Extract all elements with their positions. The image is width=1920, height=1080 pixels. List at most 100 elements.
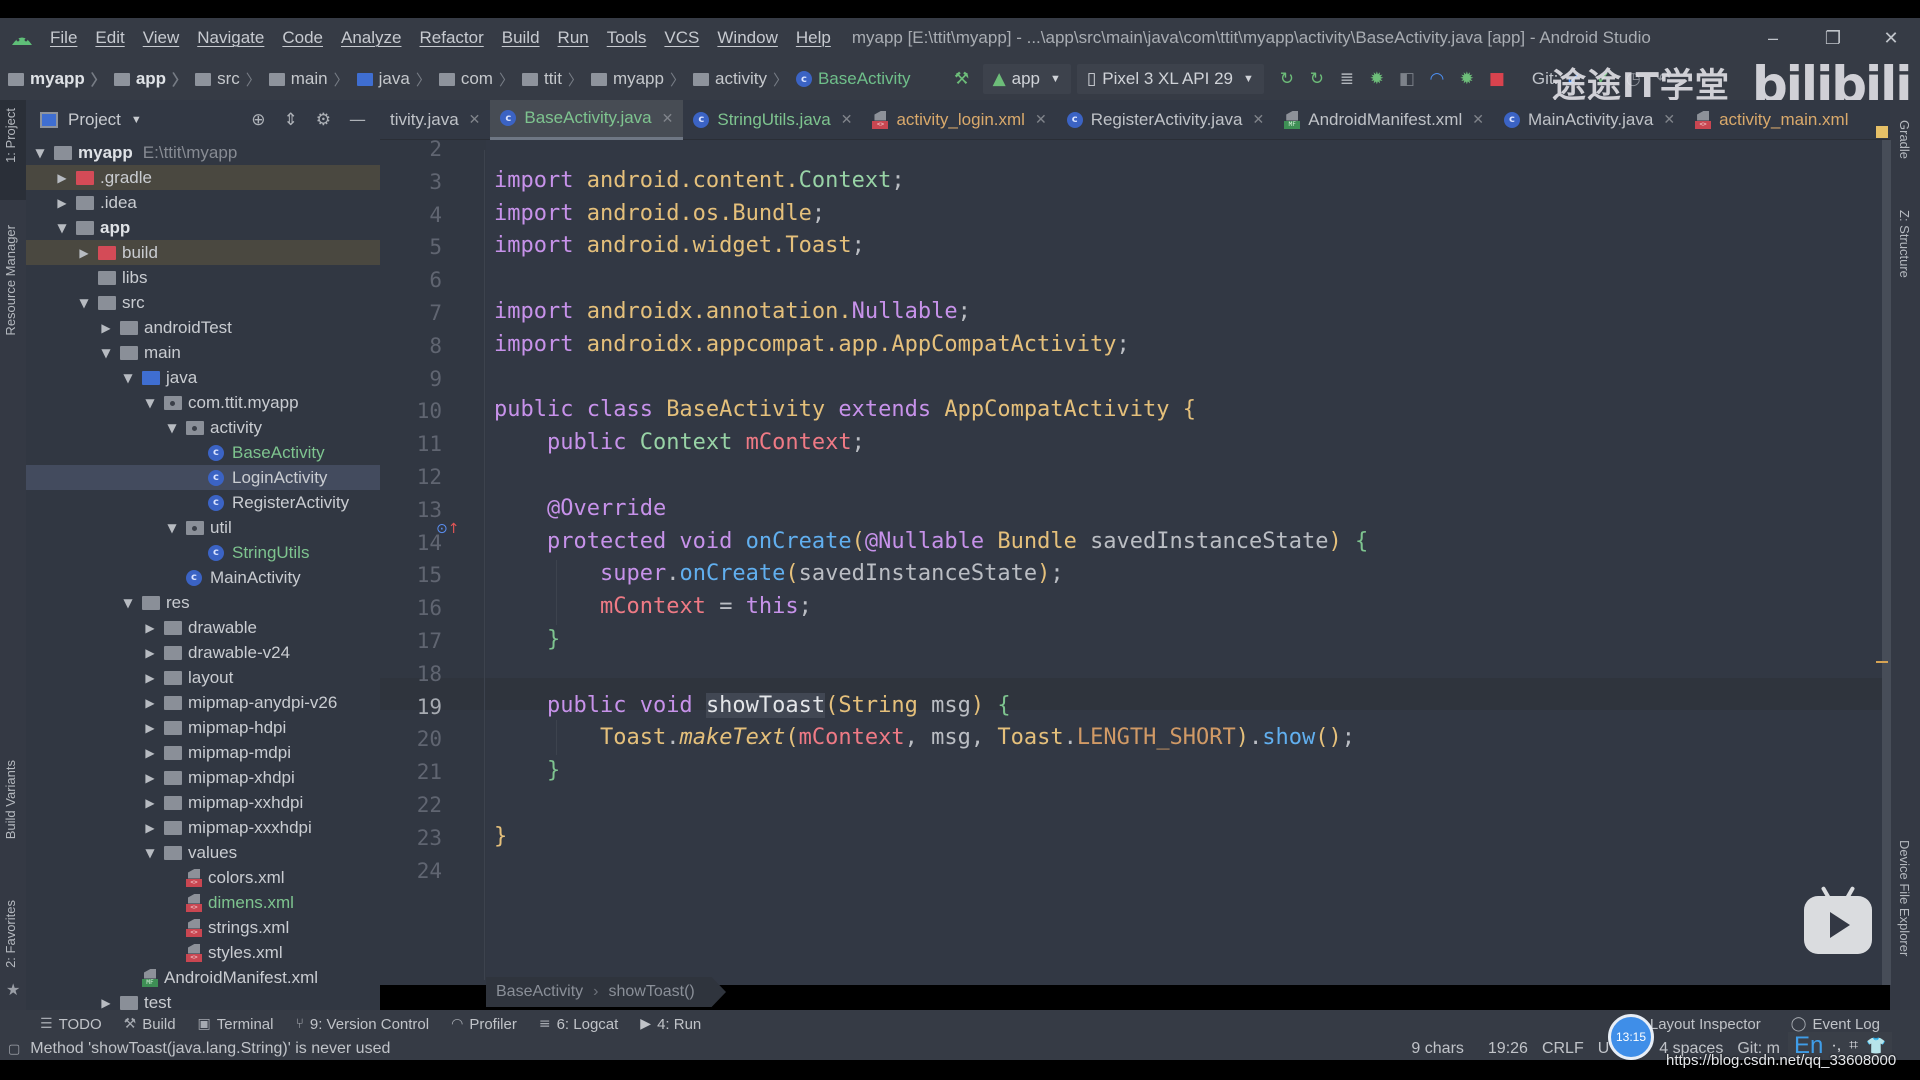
editor-tab[interactable]: c MainActivity.java ✕	[1494, 100, 1685, 140]
resource-manager-tool-button[interactable]: Resource Manager	[3, 225, 18, 336]
menu-run[interactable]: Run	[549, 28, 598, 48]
tree-item[interactable]: ▶ mipmap-xxxhdpi	[26, 815, 380, 840]
tree-item[interactable]: ▶ mipmap-anydpi-v26	[26, 690, 380, 715]
tree-item[interactable]: ▶ .gradle	[26, 165, 380, 190]
tree-item[interactable]: ▼ util	[26, 515, 380, 540]
tool-window-button[interactable]: ◯ Event Log	[1791, 1016, 1880, 1033]
collapse-all-icon[interactable]: ⇕	[284, 110, 298, 130]
collapsed-arrow-icon[interactable]: ▶	[142, 821, 158, 835]
tree-item[interactable]: ▼ activity	[26, 415, 380, 440]
expanded-arrow-icon[interactable]: ▼	[54, 221, 70, 235]
tree-item[interactable]: ▼ main	[26, 340, 380, 365]
tree-item[interactable]: dimens.xml	[26, 890, 380, 915]
menu-edit[interactable]: Edit	[86, 28, 133, 48]
tree-item[interactable]: c BaseActivity	[26, 440, 380, 465]
breadcrumb-item[interactable]: myapp 〉	[0, 69, 106, 90]
tree-item[interactable]: colors.xml	[26, 865, 380, 890]
tree-item[interactable]: c MainActivity	[26, 565, 380, 590]
collapsed-arrow-icon[interactable]: ▶	[54, 171, 70, 185]
tree-item[interactable]: ▶ mipmap-xhdpi	[26, 765, 380, 790]
tree-item[interactable]: ▶ drawable-v24	[26, 640, 380, 665]
locate-file-icon[interactable]: ⊕	[251, 110, 265, 130]
breadcrumb-item[interactable]: activity 〉	[685, 69, 788, 90]
stop-icon[interactable]: ■	[1486, 69, 1508, 89]
tool-window-button[interactable]: ≡ 6: Logcat	[539, 1016, 618, 1033]
line-separator[interactable]: CRLF	[1542, 1040, 1584, 1058]
device-file-explorer-tool-button[interactable]: Device File Explorer	[1897, 840, 1912, 956]
tool-window-button[interactable]: ☰ TODO	[40, 1016, 102, 1033]
breadcrumb-item[interactable]: myapp 〉	[583, 69, 685, 90]
warning-marker[interactable]	[1876, 661, 1888, 663]
expanded-arrow-icon[interactable]: ▼	[76, 296, 92, 310]
menu-window[interactable]: Window	[708, 28, 786, 48]
apply-changes-icon[interactable]: ↻	[1276, 69, 1298, 89]
editor-tab[interactable]: c StringUtils.java ✕	[683, 100, 862, 140]
expanded-arrow-icon[interactable]: ▼	[164, 521, 180, 535]
tree-item[interactable]: ▶ mipmap-xxhdpi	[26, 790, 380, 815]
breadcrumb-class[interactable]: BaseActivity	[496, 983, 583, 1001]
debug-icon[interactable]: ✹	[1366, 69, 1388, 89]
menu-analyze[interactable]: Analyze	[332, 28, 410, 48]
menu-build[interactable]: Build	[493, 28, 549, 48]
expanded-arrow-icon[interactable]: ▼	[98, 346, 114, 360]
menu-help[interactable]: Help	[787, 28, 840, 48]
tree-item[interactable]: ▼ com.ttit.myapp	[26, 390, 380, 415]
editor-tab[interactable]: activity_login.xml ✕	[862, 100, 1056, 140]
collapsed-arrow-icon[interactable]: ▶	[142, 721, 158, 735]
close-tab-icon[interactable]: ✕	[1253, 111, 1265, 128]
breadcrumb-item[interactable]: src 〉	[187, 69, 261, 90]
tree-item[interactable]: libs	[26, 265, 380, 290]
editor-scrollbar[interactable]	[1882, 140, 1891, 985]
tree-item[interactable]: ▶ drawable	[26, 615, 380, 640]
minimize-button[interactable]: –	[1744, 18, 1802, 58]
collapsed-arrow-icon[interactable]: ▶	[142, 646, 158, 660]
menu-view[interactable]: View	[134, 28, 189, 48]
collapsed-arrow-icon[interactable]: ▶	[142, 796, 158, 810]
close-tab-icon[interactable]: ✕	[1663, 111, 1675, 128]
breadcrumb-item[interactable]: ttit 〉	[514, 69, 583, 90]
tree-item[interactable]: ▶ build	[26, 240, 380, 265]
menu-tools[interactable]: Tools	[598, 28, 656, 48]
close-button[interactable]: ✕	[1862, 18, 1920, 58]
editor-tab[interactable]: AndroidManifest.xml ✕	[1274, 100, 1494, 140]
favorites-tool-button[interactable]: 2: Favorites	[3, 900, 18, 968]
close-tab-icon[interactable]: ✕	[469, 111, 481, 128]
project-view-select[interactable]: Project	[68, 110, 121, 130]
editor-tab[interactable]: activity_main.xml	[1685, 100, 1858, 140]
tree-item[interactable]: ▶ .idea	[26, 190, 380, 215]
editor-tab[interactable]: c RegisterActivity.java ✕	[1057, 100, 1275, 140]
tree-item[interactable]: ▶ layout	[26, 665, 380, 690]
expanded-arrow-icon[interactable]: ▼	[142, 846, 158, 860]
tree-item[interactable]: ▼ values	[26, 840, 380, 865]
run-config-select[interactable]: ▲ app ▼	[982, 64, 1071, 94]
tree-item[interactable]: ▶ androidTest	[26, 315, 380, 340]
collapsed-arrow-icon[interactable]: ▶	[98, 996, 114, 1010]
collapsed-arrow-icon[interactable]: ▶	[76, 246, 92, 260]
tree-item[interactable]: c StringUtils	[26, 540, 380, 565]
tool-window-button[interactable]: ▣ Terminal	[198, 1016, 274, 1033]
expanded-arrow-icon[interactable]: ▼	[120, 371, 136, 385]
tree-item[interactable]: AndroidManifest.xml	[26, 965, 380, 990]
file-encoding[interactable]: U	[1598, 1040, 1610, 1058]
attach-debugger-icon[interactable]: ✹	[1456, 69, 1478, 89]
tree-item[interactable]: strings.xml	[26, 915, 380, 940]
expanded-arrow-icon[interactable]: ▼	[142, 396, 158, 410]
tree-item[interactable]: ▼ myapp E:\ttit\myapp	[26, 140, 380, 165]
collapsed-arrow-icon[interactable]: ▶	[142, 621, 158, 635]
menu-refactor[interactable]: Refactor	[410, 28, 492, 48]
tree-item[interactable]: ▶ mipmap-hdpi	[26, 715, 380, 740]
expanded-arrow-icon[interactable]: ▼	[120, 596, 136, 610]
apply-code-changes-icon[interactable]: ↻	[1306, 69, 1328, 89]
editor-tab[interactable]: c BaseActivity.java ✕	[490, 99, 684, 140]
sync-icon[interactable]: ≣	[1336, 69, 1358, 89]
menu-file[interactable]: File	[41, 28, 86, 48]
gear-icon[interactable]: ⚙	[316, 110, 331, 130]
make-project-hammer-icon[interactable]: ⚒	[951, 69, 973, 89]
override-marker-icon[interactable]: ⊙↑	[436, 521, 459, 537]
breadcrumb-item[interactable]: app 〉	[106, 69, 187, 90]
close-tab-icon[interactable]: ✕	[1035, 111, 1047, 128]
breadcrumb-item[interactable]: java 〉	[349, 69, 431, 90]
collapsed-arrow-icon[interactable]: ▶	[98, 321, 114, 335]
toggle-tool-windows-icon[interactable]: ▢	[8, 1042, 20, 1057]
collapsed-arrow-icon[interactable]: ▶	[142, 771, 158, 785]
